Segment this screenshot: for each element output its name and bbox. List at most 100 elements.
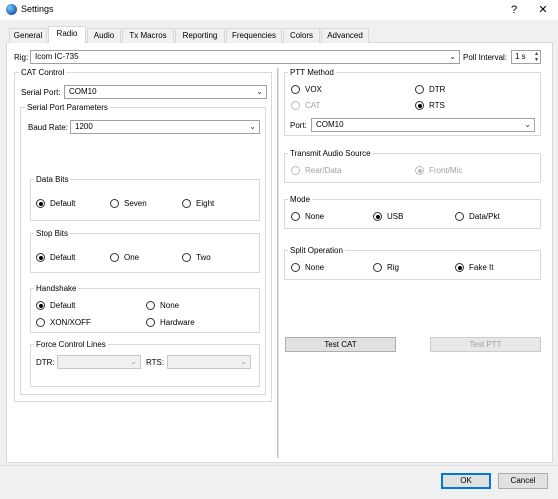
split-none-radio[interactable]: None bbox=[291, 263, 324, 272]
radio-dot bbox=[182, 199, 191, 208]
dtr-select[interactable]: ⌄ bbox=[57, 355, 141, 369]
ptt-port-value: COM10 bbox=[316, 120, 344, 129]
radio-label: Rig bbox=[387, 263, 400, 272]
radio-label: RTS bbox=[429, 101, 445, 110]
rig-value: Icom IC-735 bbox=[35, 52, 79, 61]
split-operation-title: Split Operation bbox=[288, 246, 345, 255]
tab-frequencies[interactable]: Frequencies bbox=[226, 28, 282, 43]
stop-bits-two-radio[interactable]: Two bbox=[182, 253, 211, 262]
radio-label: Fake It bbox=[469, 263, 494, 272]
data-bits-seven-radio[interactable]: Seven bbox=[110, 199, 147, 208]
baud-rate-select[interactable]: 1200 ⌄ bbox=[70, 120, 260, 134]
baud-rate-value: 1200 bbox=[75, 122, 93, 131]
tab-general[interactable]: General bbox=[9, 28, 47, 43]
ptt-cat-radio[interactable]: CAT bbox=[291, 101, 320, 110]
rts-label: RTS: bbox=[146, 358, 165, 367]
mode-data-pkt-radio[interactable]: Data/Pkt bbox=[455, 212, 500, 221]
rig-label: Rig: bbox=[14, 53, 29, 62]
tab-tx-macros[interactable]: Tx Macros bbox=[122, 28, 174, 43]
radio-dot bbox=[291, 85, 300, 94]
radio-dot bbox=[146, 318, 155, 327]
radio-dot bbox=[455, 263, 464, 272]
serial-port-select[interactable]: COM10 ⌄ bbox=[64, 85, 267, 99]
force-control-lines-title: Force Control Lines bbox=[34, 340, 108, 349]
tab-colors[interactable]: Colors bbox=[283, 28, 320, 43]
radio-dot bbox=[36, 318, 45, 327]
audio-rear-data-radio[interactable]: Rear/Data bbox=[291, 166, 341, 175]
radio-label: USB bbox=[387, 212, 404, 221]
radio-dot bbox=[110, 199, 119, 208]
cancel-button[interactable]: Cancel bbox=[498, 473, 548, 489]
ptt-dtr-radio[interactable]: DTR bbox=[415, 85, 445, 94]
rig-select[interactable]: Icom IC-735 ⌄ bbox=[30, 50, 460, 64]
tab-advanced[interactable]: Advanced bbox=[321, 28, 369, 43]
radio-label: Two bbox=[196, 253, 211, 262]
radio-label: Eight bbox=[196, 199, 215, 208]
radio-dot bbox=[36, 199, 45, 208]
handshake-xon-xoff-radio[interactable]: XON/XOFF bbox=[36, 318, 91, 327]
radio-dot bbox=[146, 301, 155, 310]
radio-label: Hardware bbox=[160, 318, 195, 327]
radio-dot bbox=[291, 212, 300, 221]
help-icon[interactable]: ? bbox=[506, 2, 522, 18]
split-fake-it-radio[interactable]: Fake It bbox=[455, 263, 493, 272]
chevron-down-icon: ⌄ bbox=[256, 87, 263, 96]
radio-label: None bbox=[160, 301, 180, 310]
cat-control-title: CAT Control bbox=[19, 68, 67, 77]
radio-dot bbox=[291, 166, 300, 175]
chevron-down-icon: ⌄ bbox=[449, 52, 456, 61]
test-cat-button[interactable]: Test CAT bbox=[285, 337, 396, 352]
tab-reporting[interactable]: Reporting bbox=[175, 28, 225, 43]
mode-none-radio[interactable]: None bbox=[291, 212, 324, 221]
handshake-title: Handshake bbox=[34, 284, 79, 293]
test-ptt-button[interactable]: Test PTT bbox=[430, 337, 541, 352]
stop-bits-one-radio[interactable]: One bbox=[110, 253, 139, 262]
radio-label: Default bbox=[50, 301, 76, 310]
serial-port-label: Serial Port: bbox=[21, 88, 61, 97]
chevron-down-icon: ⌄ bbox=[524, 120, 531, 129]
transmit-audio-source-title: Transmit Audio Source bbox=[288, 149, 373, 158]
radio-dot bbox=[110, 253, 119, 262]
tab-audio[interactable]: Audio bbox=[87, 28, 121, 43]
baud-rate-label: Baud Rate: bbox=[28, 123, 69, 132]
stop-bits-title: Stop Bits bbox=[34, 229, 71, 238]
rts-select[interactable]: ⌄ bbox=[167, 355, 251, 369]
radio-label: DTR bbox=[429, 85, 446, 94]
column-divider bbox=[277, 68, 279, 458]
radio-label: One bbox=[124, 253, 140, 262]
close-icon[interactable]: ✕ bbox=[535, 2, 551, 18]
data-bits-eight-radio[interactable]: Eight bbox=[182, 199, 214, 208]
radio-dot bbox=[373, 212, 382, 221]
dtr-label: DTR: bbox=[36, 358, 55, 367]
chevron-down-icon: ⌄ bbox=[130, 357, 137, 366]
poll-interval-spinbox[interactable]: 1 s ▲ ▼ bbox=[511, 50, 541, 64]
radio-label: None bbox=[305, 263, 325, 272]
ptt-rts-radio[interactable]: RTS bbox=[415, 101, 445, 110]
globe-icon bbox=[6, 4, 17, 15]
handshake-none-radio[interactable]: None bbox=[146, 301, 179, 310]
audio-front-mic-radio[interactable]: Front/Mic bbox=[415, 166, 462, 175]
split-rig-radio[interactable]: Rig bbox=[373, 263, 399, 272]
radio-label: None bbox=[305, 212, 325, 221]
radio-label: Front/Mic bbox=[429, 166, 463, 175]
radio-label: Seven bbox=[124, 199, 147, 208]
handshake-hardware-radio[interactable]: Hardware bbox=[146, 318, 195, 327]
ok-button[interactable]: OK bbox=[441, 473, 491, 489]
poll-interval-label: Poll Interval: bbox=[463, 53, 508, 62]
radio-dot bbox=[415, 166, 424, 175]
radio-dot bbox=[291, 101, 300, 110]
radio-label: XON/XOFF bbox=[50, 318, 91, 327]
radio-label: Default bbox=[50, 253, 76, 262]
ptt-port-select[interactable]: COM10 ⌄ bbox=[311, 118, 535, 132]
tab-radio[interactable]: Radio bbox=[48, 26, 86, 43]
data-bits-default-radio[interactable]: Default bbox=[36, 199, 75, 208]
chevron-down-icon: ⌄ bbox=[240, 357, 247, 366]
footer-divider bbox=[0, 465, 558, 466]
radio-label: Data/Pkt bbox=[469, 212, 500, 221]
radio-label: VOX bbox=[305, 85, 322, 94]
spin-down-icon[interactable]: ▼ bbox=[534, 58, 539, 63]
ptt-vox-radio[interactable]: VOX bbox=[291, 85, 322, 94]
handshake-default-radio[interactable]: Default bbox=[36, 301, 75, 310]
stop-bits-default-radio[interactable]: Default bbox=[36, 253, 75, 262]
mode-usb-radio[interactable]: USB bbox=[373, 212, 403, 221]
